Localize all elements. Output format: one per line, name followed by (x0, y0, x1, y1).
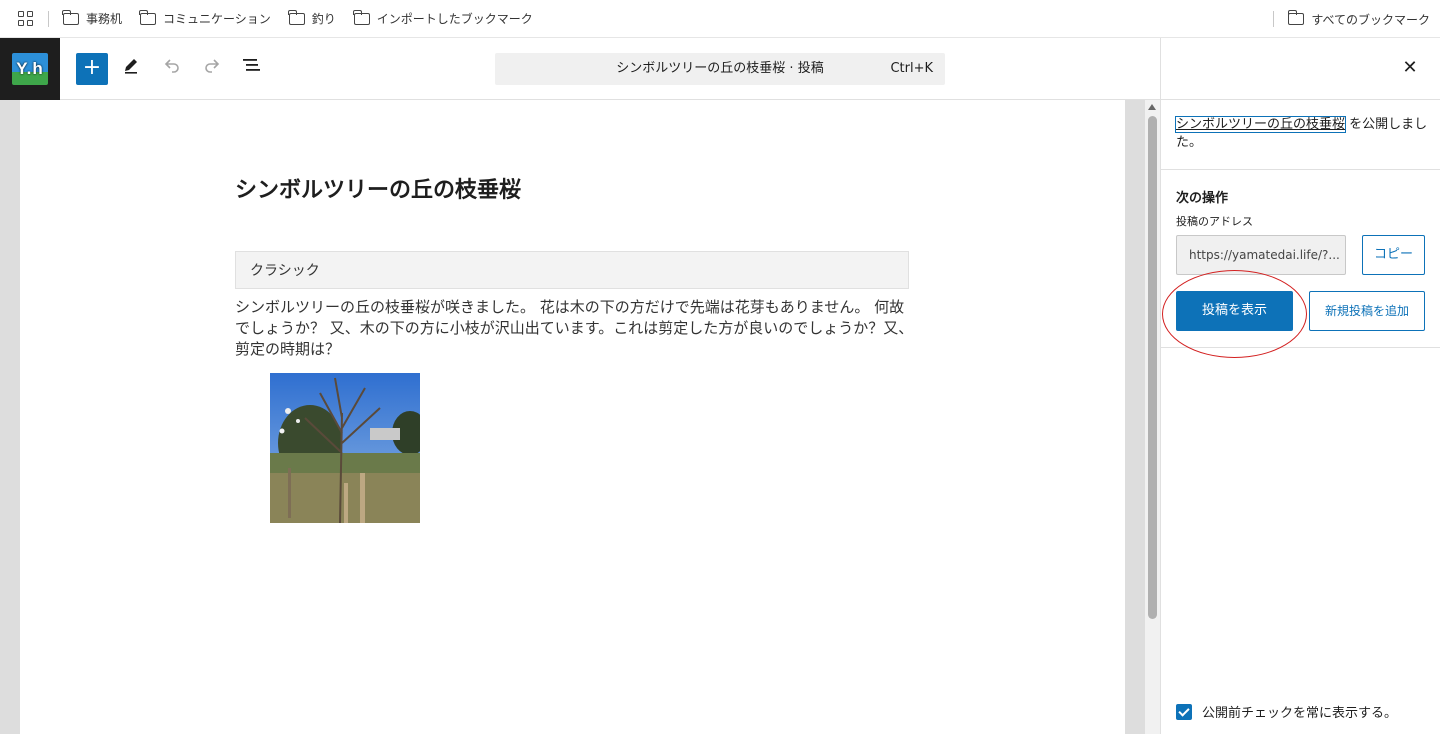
folder-icon (62, 9, 79, 25)
all-bookmarks[interactable]: すべてのブックマーク (1259, 0, 1430, 38)
block-inserter-button[interactable]: + (76, 53, 108, 85)
bookmarks-bar: 事務机 コミュニケーション 釣り インポートしたブックマーク すべてのブックマー… (0, 0, 1440, 38)
folder-icon (353, 9, 370, 25)
pencil-icon[interactable] (115, 53, 147, 85)
prepublish-checks-toggle[interactable]: 公開前チェックを常に表示する。 (1176, 702, 1397, 721)
bookmark-folder-imported[interactable]: インポートしたブックマーク (353, 9, 533, 27)
published-message: シンボルツリーの丘の枝垂桜 を公開しました。 (1174, 116, 1431, 152)
published-post-link[interactable]: シンボルツリーの丘の枝垂桜 (1174, 116, 1347, 133)
scroll-up-arrow-icon[interactable] (1148, 104, 1156, 110)
document-command-bar[interactable]: シンボルツリーの丘の枝垂桜 · 投稿 Ctrl+K (495, 53, 945, 85)
list-view-icon[interactable] (236, 53, 268, 85)
bookmarks-separator (48, 10, 49, 27)
bookmark-folder-communication[interactable]: コミュニケーション (139, 9, 271, 27)
close-icon[interactable]: ✕ (1400, 58, 1420, 78)
post-address-label: 投稿のアドレス (1176, 215, 1253, 228)
bookmark-label: 事務机 (86, 12, 123, 26)
site-logo: Y.h (12, 53, 48, 85)
undo-icon[interactable] (156, 53, 188, 85)
view-post-button[interactable]: 投稿を表示 (1176, 291, 1293, 331)
document-title: シンボルツリーの丘の枝垂桜 · 投稿 (616, 61, 824, 76)
editor-canvas: シンボルツリーの丘の枝垂桜 クラシック シンボルツリーの丘の枝垂桜が咲きました。… (20, 100, 1125, 734)
bookmark-label: インポートしたブックマーク (376, 12, 533, 26)
section-divider (1161, 169, 1440, 170)
checkbox-checked-icon[interactable] (1176, 703, 1192, 720)
bookmark-label: コミュニケーション (163, 12, 271, 26)
post-body-text[interactable]: シンボルツリーの丘の枝垂桜が咲きました。 花は木の下の方だけで先端は花芽もありま… (235, 297, 915, 360)
apps-grid-icon[interactable] (18, 10, 34, 27)
copy-button[interactable]: コピー (1362, 235, 1425, 275)
add-new-post-button[interactable]: 新規投稿を追加 (1309, 291, 1425, 331)
scroll-thumb[interactable] (1148, 116, 1157, 619)
command-shortcut: Ctrl+K (890, 61, 933, 76)
prepublish-label: 公開前チェックを常に表示する。 (1202, 706, 1398, 721)
classic-block-toolbar[interactable]: クラシック (235, 251, 909, 289)
section-divider (1161, 347, 1440, 348)
editor-canvas-area: シンボルツリーの丘の枝垂桜 クラシック シンボルツリーの丘の枝垂桜が咲きました。… (0, 100, 1160, 734)
all-bookmarks-label: すべてのブックマーク (1311, 12, 1430, 27)
bookmark-label: 釣り (311, 12, 336, 26)
bookmarks-separator (1273, 11, 1275, 27)
editor-toolbar: Y.h + シンボルツリーの丘の枝垂桜 · 投稿 Ctrl+K (0, 38, 1160, 100)
header-divider (1161, 99, 1440, 100)
post-title[interactable]: シンボルツリーの丘の枝垂桜 (235, 172, 521, 204)
folder-icon (288, 9, 305, 25)
folder-icon (1287, 10, 1305, 25)
bookmark-folder-jimuki[interactable]: 事務机 (62, 9, 123, 27)
post-address-field[interactable]: https://yamatedai.life/?... (1176, 235, 1346, 275)
canvas-scrollbar[interactable] (1145, 100, 1160, 734)
next-steps-heading: 次の操作 (1176, 191, 1229, 206)
post-publish-panel: ✕ シンボルツリーの丘の枝垂桜 を公開しました。 次の操作 投稿のアドレス ht… (1160, 38, 1440, 734)
post-image-weeping-cherry[interactable] (270, 373, 420, 523)
site-icon-button[interactable]: Y.h (0, 38, 60, 100)
bookmark-folder-fishing[interactable]: 釣り (288, 9, 336, 27)
folder-icon (139, 9, 157, 25)
redo-icon[interactable] (196, 53, 228, 85)
